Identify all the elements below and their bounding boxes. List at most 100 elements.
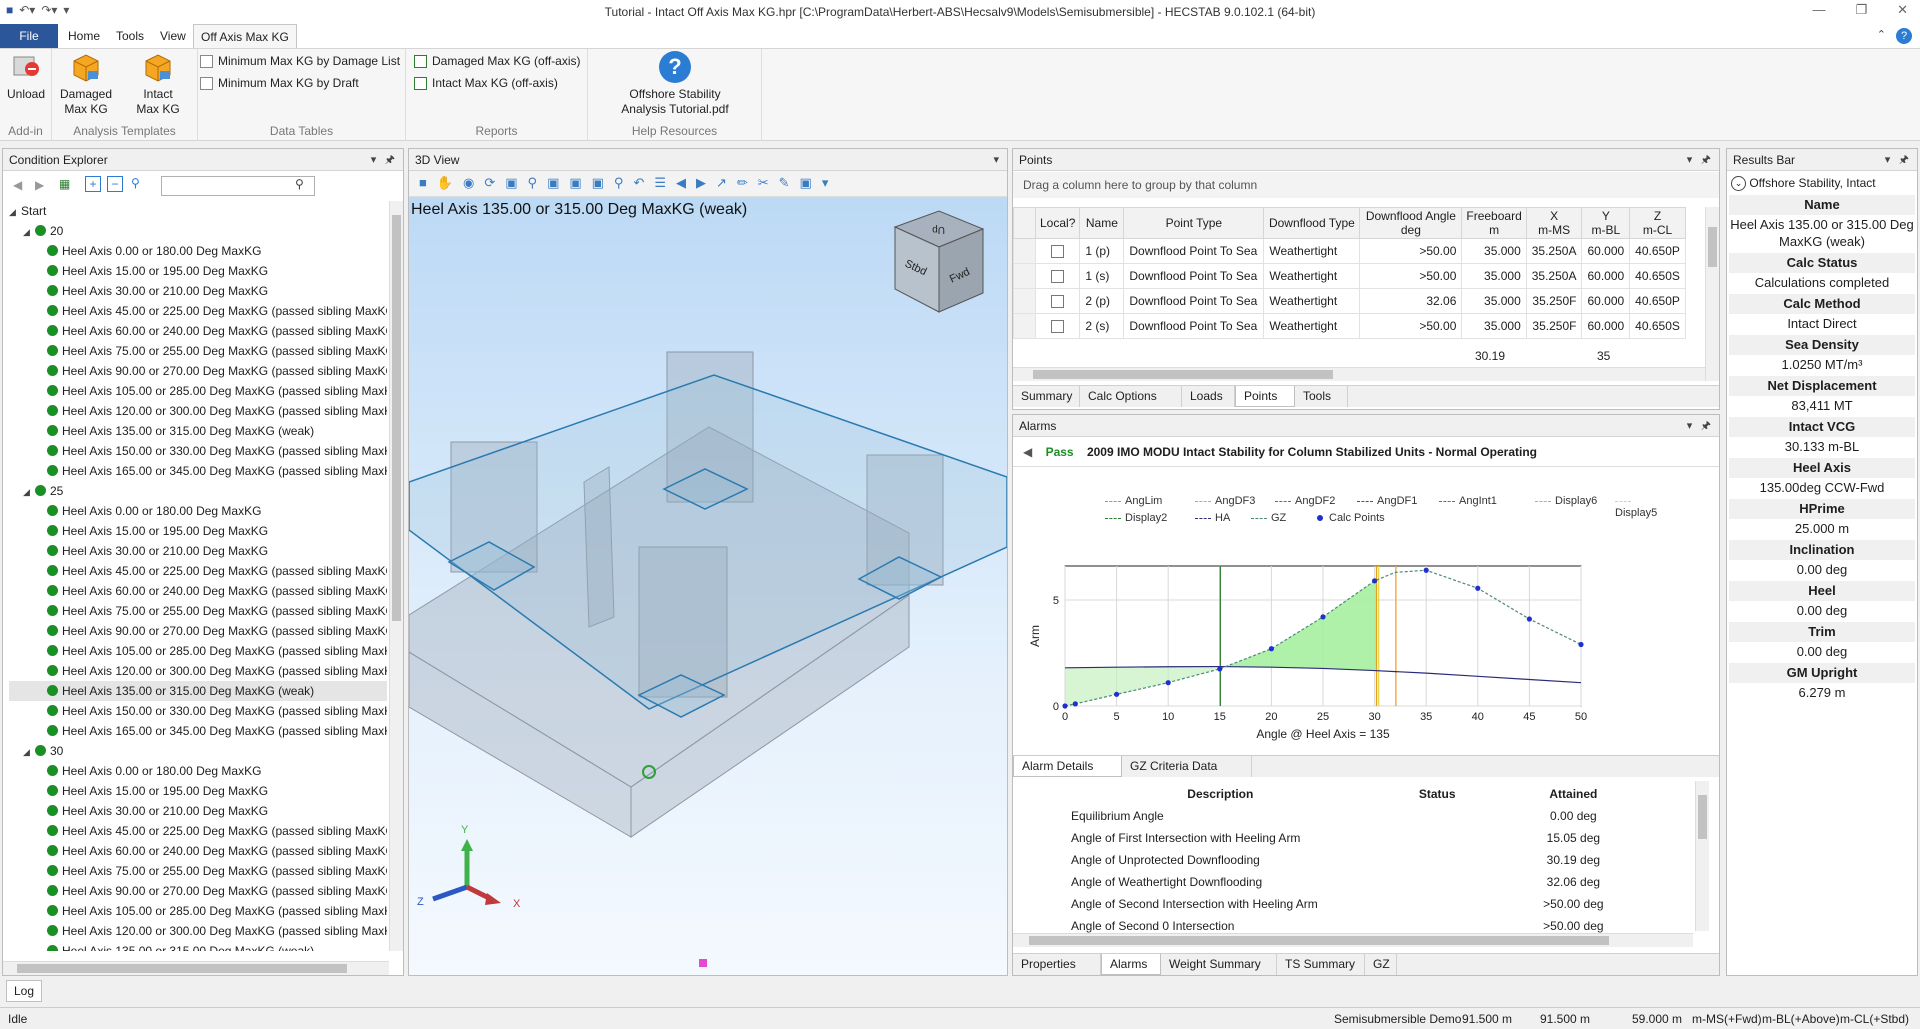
tab-ts-summary[interactable]: TS Summary [1277, 954, 1365, 975]
tree-item[interactable]: Heel Axis 90.00 or 270.00 Deg MaxKG (pas… [9, 621, 387, 641]
column-header[interactable]: Description [1069, 783, 1372, 805]
pin-icon[interactable]: ▾ 🖈 [371, 149, 395, 171]
row-selector[interactable] [1013, 288, 1036, 314]
column-header[interactable]: Status [1372, 783, 1503, 805]
tree-item[interactable]: Heel Axis 150.00 or 330.00 Deg MaxKG (pa… [9, 701, 387, 721]
local-checkbox[interactable] [1051, 245, 1065, 259]
tree-item[interactable]: Heel Axis 135.00 or 315.00 Deg MaxKG (we… [9, 681, 387, 701]
column-header[interactable]: Xm-MS [1525, 207, 1583, 239]
details-horizontal-scrollbar[interactable] [1013, 933, 1693, 947]
results-section-header[interactable]: ⌄ Offshore Stability, Intact [1727, 173, 1917, 193]
tree-item[interactable]: Heel Axis 15.00 or 195.00 Deg MaxKG [9, 261, 387, 281]
tree-item[interactable]: Heel Axis 45.00 or 225.00 Deg MaxKG (pas… [9, 821, 387, 841]
minimize-icon[interactable]: — [1812, 2, 1825, 18]
close-icon[interactable]: ✕ [1897, 2, 1908, 18]
column-header[interactable]: Local? [1034, 207, 1081, 239]
tree-item[interactable]: Heel Axis 75.00 or 255.00 Deg MaxKG (pas… [9, 601, 387, 621]
tree-item[interactable]: Heel Axis 150.00 or 330.00 Deg MaxKG (pa… [9, 441, 387, 461]
view3d-toolbar[interactable]: ■✋◉⟳▣⚲▣▣▣⚲↶☰◀▶↗✏✂✎▣▾ [409, 171, 1007, 197]
column-header[interactable]: Downflood Type [1263, 207, 1361, 239]
local-checkbox[interactable] [1051, 270, 1065, 284]
tree-item[interactable]: Heel Axis 60.00 or 240.00 Deg MaxKG (pas… [9, 841, 387, 861]
collapse-icon[interactable]: ◀ [1023, 445, 1032, 459]
tutorial-pdf-button[interactable]: ? Offshore Stability Analysis Tutorial.p… [618, 51, 732, 117]
tab-tools[interactable]: Tools [116, 24, 144, 48]
table-cell[interactable]: Downflood Point To Sea [1123, 313, 1265, 339]
forward-icon[interactable]: ▶ [35, 178, 44, 192]
damaged-report-button[interactable]: Damaged Max KG (off-axis) [414, 54, 581, 68]
column-header[interactable]: Attained [1503, 783, 1644, 805]
tree-item[interactable]: Heel Axis 0.00 or 180.00 Deg MaxKG [9, 241, 387, 261]
column-header[interactable]: Downflood Angle deg [1359, 207, 1463, 239]
tab-off-axis-max-kg[interactable]: Off Axis Max KG [193, 24, 297, 48]
tree-item[interactable]: Heel Axis 60.00 or 240.00 Deg MaxKG (pas… [9, 581, 387, 601]
table-cell[interactable]: 35.000 [1461, 238, 1527, 264]
column-header[interactable]: Point Type [1123, 207, 1265, 239]
collapse-all-icon[interactable]: − [107, 176, 123, 192]
tab-alarm-details[interactable]: Alarm Details [1013, 756, 1122, 777]
group-by-area[interactable]: Drag a column here to group by that colu… [1013, 172, 1719, 198]
table-cell[interactable]: 2 (s) [1079, 313, 1125, 339]
tree-item[interactable]: Heel Axis 90.00 or 270.00 Deg MaxKG (pas… [9, 881, 387, 901]
table-cell[interactable]: 60.000 [1581, 263, 1631, 289]
table-cell[interactable]: 40.650S [1629, 263, 1686, 289]
tab-tools[interactable]: Tools [1295, 386, 1348, 407]
tree-item[interactable]: Heel Axis 105.00 or 285.00 Deg MaxKG (pa… [9, 381, 387, 401]
table-cell[interactable]: 60.000 [1581, 238, 1631, 264]
tree-item[interactable]: Heel Axis 45.00 or 225.00 Deg MaxKG (pas… [9, 561, 387, 581]
tree-item[interactable]: Heel Axis 75.00 or 255.00 Deg MaxKG (pas… [9, 861, 387, 881]
table-cell[interactable]: 40.650P [1629, 238, 1686, 264]
tree-item[interactable]: Heel Axis 120.00 or 300.00 Deg MaxKG (pa… [9, 661, 387, 681]
gz-chart[interactable]: 0 5 10 15 20 25 30 35 40 45 50 0 5 Angle @ Heel Axis … [1013, 530, 1720, 770]
column-header[interactable]: Freeboard m [1461, 207, 1527, 239]
log-tab[interactable]: Log [6, 980, 42, 1002]
filter-icon[interactable]: ▦ [59, 177, 70, 191]
table-cell[interactable]: Weathertight [1263, 288, 1361, 314]
tab-weight-summary[interactable]: Weight Summary [1161, 954, 1277, 975]
table-row[interactable]: Angle of First Intersection with Heeling… [1069, 827, 1644, 849]
collapse-arrow-icon[interactable]: ◢ [23, 482, 35, 502]
table-row[interactable]: 1 (s) Downflood Point To Sea Weathertight >… [1013, 263, 1686, 289]
local-checkbox[interactable] [1051, 295, 1065, 309]
view-cube[interactable]: Up Stbd Fwd [893, 210, 985, 313]
table-row[interactable]: 1 (p) Downflood Point To Sea Weathertight >… [1013, 238, 1686, 264]
table-cell[interactable]: 35.000 [1461, 288, 1527, 314]
table-cell[interactable]: Weathertight [1263, 313, 1361, 339]
tree-item[interactable]: Heel Axis 165.00 or 345.00 Deg MaxKG (pa… [9, 461, 387, 481]
intact-max-kg-button[interactable]: Intact Max KG [128, 51, 188, 117]
tab-alarms[interactable]: Alarms [1101, 954, 1161, 975]
table-cell[interactable]: 35.000 [1461, 313, 1527, 339]
tree-item[interactable]: Heel Axis 15.00 or 195.00 Deg MaxKG [9, 521, 387, 541]
pin-icon[interactable]: ▾ 🖈 [1885, 149, 1909, 171]
tree-item[interactable]: Heel Axis 45.00 or 225.00 Deg MaxKG (pas… [9, 301, 387, 321]
row-selector[interactable] [1013, 313, 1036, 339]
tree-item[interactable]: Heel Axis 30.00 or 210.00 Deg MaxKG [9, 541, 387, 561]
tree-item[interactable]: Heel Axis 15.00 or 195.00 Deg MaxKG [9, 781, 387, 801]
tab-loads[interactable]: Loads [1182, 386, 1235, 407]
damaged-max-kg-button[interactable]: Damaged Max KG [56, 51, 116, 117]
tree-item[interactable]: Heel Axis 120.00 or 300.00 Deg MaxKG (pa… [9, 401, 387, 421]
table-cell[interactable]: Downflood Point To Sea [1123, 263, 1265, 289]
back-icon[interactable]: ◀ [13, 178, 22, 192]
table-cell[interactable]: 1 (p) [1079, 238, 1125, 264]
column-header[interactable]: Ym-BL [1581, 207, 1631, 239]
tab-gz-criteria-data[interactable]: GZ Criteria Data [1122, 756, 1252, 777]
find-icon[interactable]: ⚲ [131, 176, 140, 190]
tree-item[interactable]: Heel Axis 135.00 or 315.00 Deg MaxKG (we… [9, 421, 387, 441]
column-header[interactable]: Name [1079, 207, 1125, 239]
table-row[interactable]: 2 (p) Downflood Point To Sea Weathertight 3… [1013, 288, 1686, 314]
table-cell[interactable]: >50.00 [1359, 313, 1463, 339]
tree-item[interactable]: Heel Axis 75.00 or 255.00 Deg MaxKG (pas… [9, 341, 387, 361]
table-row[interactable]: Equilibrium Angle 0.00 deg [1069, 805, 1644, 827]
table-row[interactable]: Angle of Weathertight Downflooding 32.06 … [1069, 871, 1644, 893]
intact-report-button[interactable]: Intact Max KG (off-axis) [414, 76, 558, 90]
table-cell[interactable]: 35.000 [1461, 263, 1527, 289]
tree-item[interactable]: Heel Axis 165.00 or 345.00 Deg MaxKG (pa… [9, 721, 387, 741]
tree-item[interactable]: Heel Axis 135.00 or 315.00 Deg MaxKG (we… [9, 941, 387, 951]
tree-item[interactable]: Heel Axis 105.00 or 285.00 Deg MaxKG (pa… [9, 641, 387, 661]
min-max-kg-by-damage-button[interactable]: Minimum Max KG by Damage List [200, 54, 400, 68]
unload-button[interactable]: Unload [4, 51, 48, 102]
details-vertical-scrollbar[interactable] [1695, 781, 1709, 931]
tab-file[interactable]: File [0, 24, 58, 48]
table-cell[interactable]: 60.000 [1581, 313, 1631, 339]
